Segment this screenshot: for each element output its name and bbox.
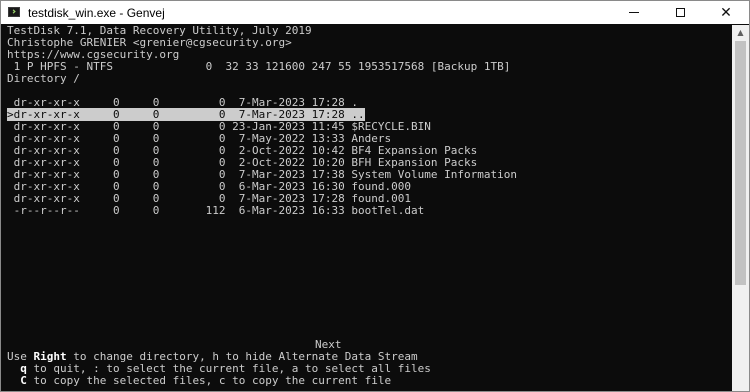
- maximize-icon: [675, 8, 685, 17]
- close-icon: ✕: [720, 4, 732, 21]
- help-line-3: C to copy the selected files, c to copy …: [20, 374, 392, 387]
- close-button[interactable]: ✕: [703, 1, 749, 24]
- console-window: testdisk_win.exe - Genvej ✕ TestDisk 7.1…: [0, 0, 750, 392]
- minimize-icon: [629, 12, 639, 13]
- partition-line: 1 P HPFS - NTFS 0 32 33 121600 247 55 19…: [7, 60, 511, 73]
- vertical-scrollbar[interactable]: ▲: [732, 25, 749, 391]
- window-title: testdisk_win.exe - Genvej: [28, 5, 165, 20]
- maximize-button[interactable]: [657, 1, 703, 24]
- directory-entry[interactable]: -r--r--r-- 0 0 112 6-Mar-2023 16:33 boot…: [7, 205, 731, 217]
- title-bar[interactable]: testdisk_win.exe - Genvej ✕: [1, 1, 749, 24]
- scroll-up-arrow-icon[interactable]: ▲: [732, 25, 749, 40]
- console-output: TestDisk 7.1, Data Recovery Utility, Jul…: [7, 25, 731, 391]
- scrollbar-thumb[interactable]: [735, 41, 746, 285]
- terminal-app-icon: [8, 6, 22, 19]
- minimize-button[interactable]: [611, 1, 657, 24]
- directory-line: Directory /: [7, 72, 80, 85]
